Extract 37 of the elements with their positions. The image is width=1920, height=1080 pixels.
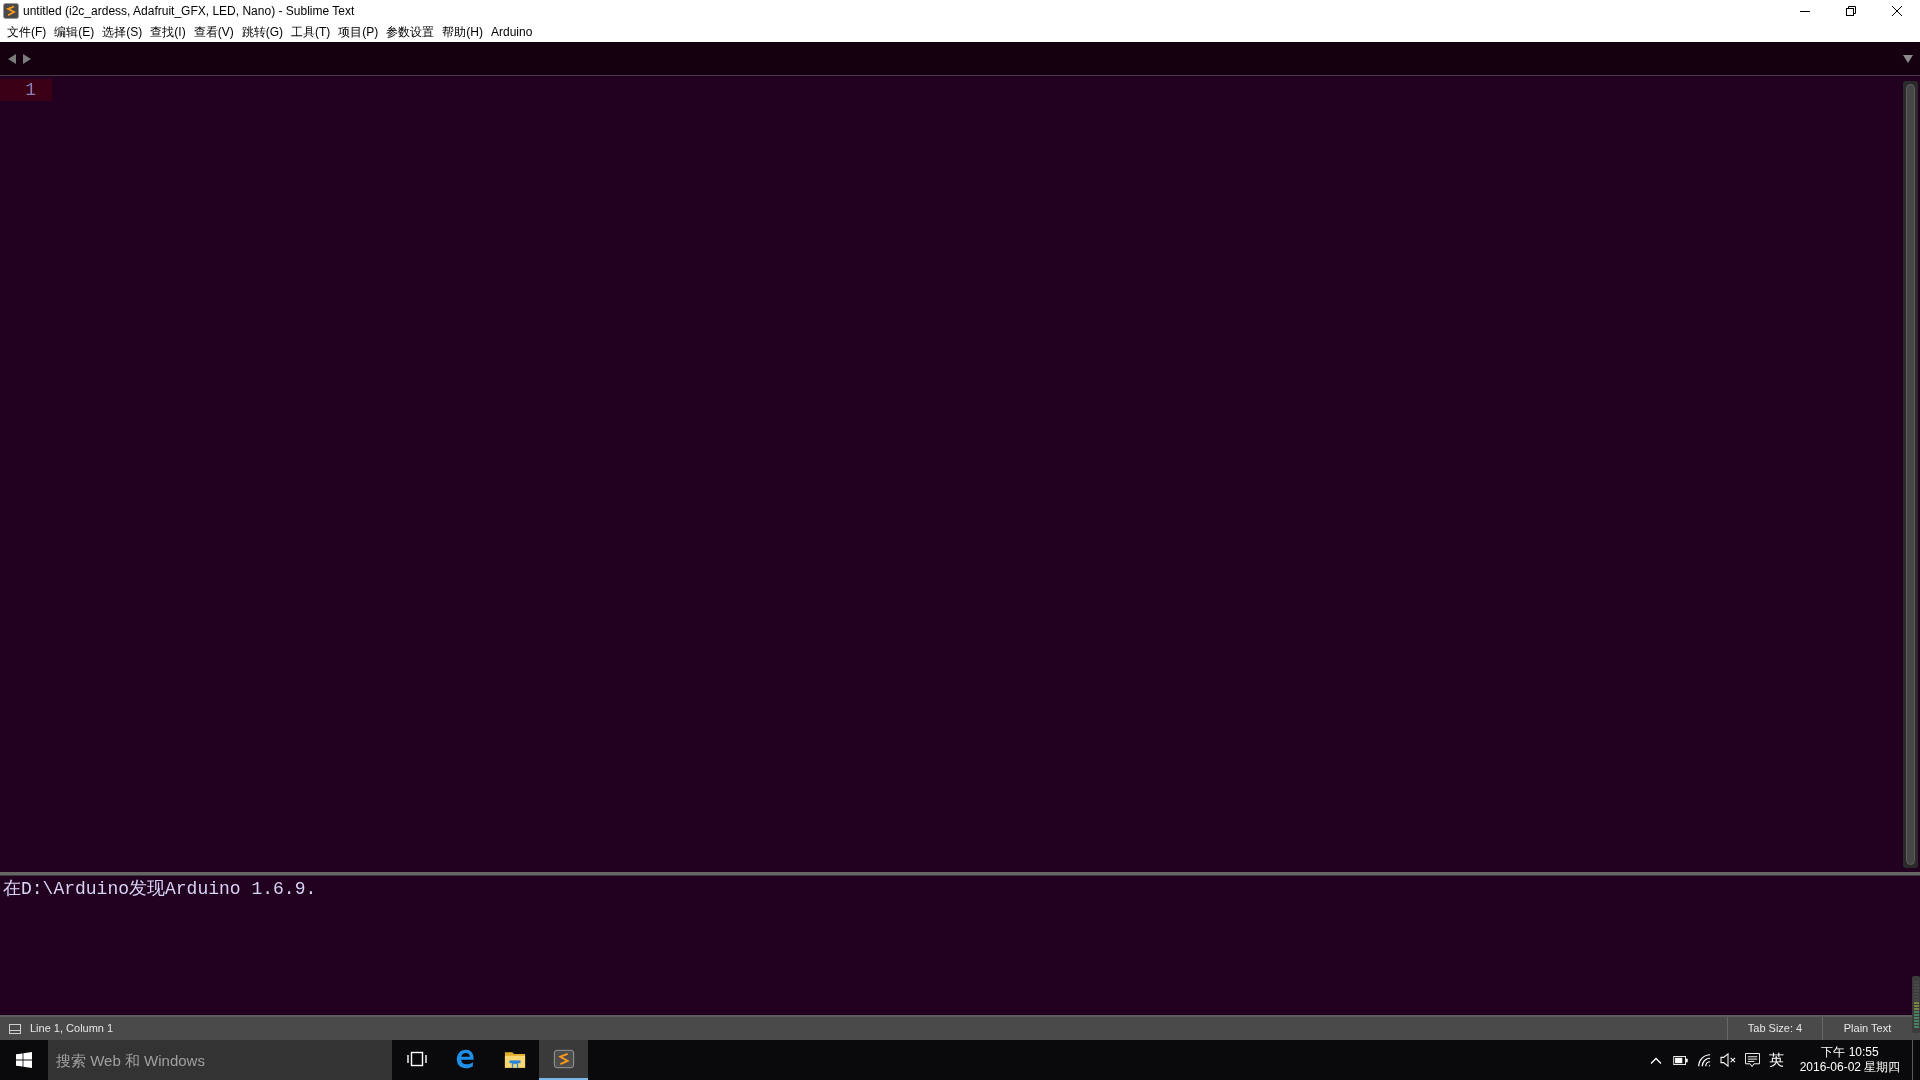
clock-time[interactable]: 下午 10:55	[1821, 1045, 1879, 1060]
menu-item[interactable]: 工具(T)	[287, 22, 335, 42]
close-icon	[1892, 6, 1902, 16]
task-view-icon	[406, 1051, 427, 1067]
wifi-signal-icon	[1697, 1053, 1711, 1067]
menu-item[interactable]: 查找(I)	[146, 22, 190, 42]
minimize-icon	[1800, 10, 1810, 12]
menu-item[interactable]: 帮助(H)	[438, 22, 487, 42]
browser-icon	[454, 1048, 477, 1070]
search-field[interactable]: 搜索 Web 和 Windows	[48, 1040, 392, 1080]
panel-toggle-icon[interactable]	[9, 1023, 21, 1034]
output-text: 在D:\Arduino发现Arduino 1.6.9.	[3, 878, 318, 901]
menu-item[interactable]: 查看(V)	[189, 22, 238, 42]
left-arrow-icon[interactable]	[8, 53, 16, 64]
dropdown-arrow-icon[interactable]	[1903, 54, 1913, 63]
battery-icon	[1672, 1055, 1688, 1065]
menu-item[interactable]: 选择(S)	[98, 22, 147, 42]
app-logo-icon	[3, 3, 19, 19]
cursor-position: Line 1, Column 1	[30, 1021, 114, 1037]
windows-logo-icon	[16, 1052, 32, 1068]
message-icon	[1744, 1052, 1760, 1068]
restore-icon	[1846, 6, 1856, 16]
chevron-up-icon	[1650, 1056, 1662, 1064]
menu-item[interactable]: Arduino	[487, 22, 537, 42]
right-arrow-icon[interactable]	[23, 53, 31, 64]
menu-item[interactable]: 编辑(E)	[50, 22, 99, 42]
menu-item[interactable]: 项目(P)	[334, 22, 383, 42]
line-number: 1	[25, 79, 36, 101]
menu-item[interactable]: 文件(F)	[3, 22, 51, 42]
menu-item[interactable]: 跳转(G)	[237, 22, 287, 42]
text-editor-app-icon	[552, 1048, 575, 1070]
folder-icon	[503, 1049, 526, 1069]
input-method-button[interactable]: 英	[1764, 1040, 1788, 1080]
menu-item[interactable]: 参数设置	[382, 22, 439, 42]
clock-date[interactable]: 2016-06-02 星期四	[1799, 1060, 1901, 1075]
window-title: untitled (i2c_ardess, Adafruit_GFX, LED, Nano) - Sublime Text	[23, 3, 355, 20]
muted-speaker-icon	[1720, 1053, 1736, 1067]
